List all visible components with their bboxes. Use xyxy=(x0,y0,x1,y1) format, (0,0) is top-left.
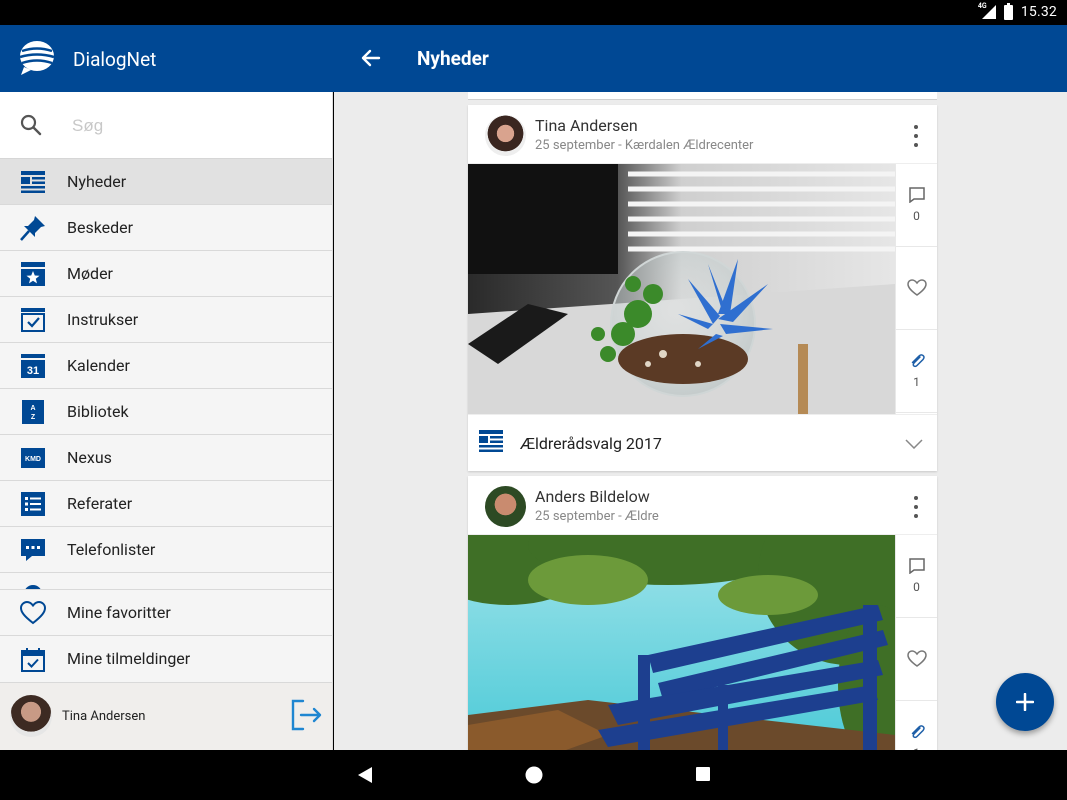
like-button[interactable] xyxy=(896,618,937,701)
card-header: Tina Andersen 25 september - Kærdalen Æl… xyxy=(468,105,937,164)
nav-item-instrukser[interactable]: Instrukser xyxy=(0,297,332,343)
attachment-button[interactable]: 1 xyxy=(896,701,937,750)
card-header: Anders Bildelow 25 september - Ældre xyxy=(468,476,937,535)
attachment-button[interactable]: 1 xyxy=(896,330,937,413)
nav-item-signups[interactable]: Mine tilmeldinger xyxy=(0,635,332,681)
post-title: Ældrerådsvalg 2017 xyxy=(520,434,662,453)
minutes-list-icon xyxy=(21,492,45,516)
post-title-bar[interactable]: Ældrerådsvalg 2017 xyxy=(468,414,937,472)
comment-count: 0 xyxy=(913,580,920,594)
search-icon[interactable] xyxy=(20,114,42,136)
nav-label: Kalender xyxy=(67,356,130,375)
dialognet-logo-icon xyxy=(19,41,55,75)
news-icon xyxy=(21,171,45,193)
post-actions: 0 1 xyxy=(895,164,937,414)
add-post-button[interactable] xyxy=(996,673,1054,731)
search-bar xyxy=(0,92,332,159)
nav-item-kalender[interactable]: 31 Kalender xyxy=(0,343,332,389)
nav-item-beskeder[interactable]: Beskeder xyxy=(0,205,332,251)
nav-label: Nexus xyxy=(67,448,112,467)
comment-count: 0 xyxy=(913,209,920,223)
navigation-drawer: Nyheder Beskeder Møder Instrukser 31 Kal… xyxy=(0,92,333,750)
news-feed: Tina Andersen 25 september - Kærdalen Æl… xyxy=(334,92,1067,750)
calendar-badge: 31 xyxy=(27,365,39,377)
nav-item-nyheder[interactable]: Nyheder xyxy=(0,159,332,205)
nav-label: Beskeder xyxy=(67,218,134,237)
author-name: Tina Andersen xyxy=(535,116,638,135)
nav-item-telefonlister[interactable]: Telefonlister xyxy=(0,527,332,573)
avatar[interactable] xyxy=(10,695,52,737)
recents-square-icon[interactable] xyxy=(694,765,712,783)
status-bar: 4G 15.32 xyxy=(0,0,1067,25)
post-actions: 0 1 xyxy=(895,535,937,750)
nav-label: Nyheder xyxy=(67,172,127,191)
nav-label: Referater xyxy=(67,494,133,513)
signal-icon: 4G xyxy=(978,2,996,19)
system-navigation-bar xyxy=(0,750,1067,800)
nav-item-bibliotek[interactable]: A Z Bibliotek xyxy=(0,389,332,435)
post-meta: 25 september - Kærdalen Ældrecenter xyxy=(535,138,754,153)
author-avatar[interactable] xyxy=(485,486,526,527)
page-title: Nyheder xyxy=(417,47,489,70)
search-input[interactable] xyxy=(72,110,312,142)
author-avatar[interactable] xyxy=(485,115,526,156)
logout-icon[interactable] xyxy=(289,698,323,732)
more-options-icon[interactable] xyxy=(909,496,923,518)
battery-icon xyxy=(1003,2,1013,20)
comment-icon xyxy=(908,558,925,574)
post-image-terrarium[interactable] xyxy=(468,164,895,414)
paperclip-icon xyxy=(911,354,925,368)
nav-label: Mine tilmeldinger xyxy=(67,649,191,668)
heart-icon xyxy=(20,601,46,625)
news-card: Tina Andersen 25 september - Kærdalen Æl… xyxy=(468,105,937,471)
nav-item-favorites[interactable]: Mine favoritter xyxy=(0,589,332,635)
comment-button[interactable]: 0 xyxy=(896,535,937,618)
nav-label: Møder xyxy=(67,264,113,283)
kmd-icon: KMD xyxy=(21,448,45,468)
user-name: Tina Andersen xyxy=(62,709,146,724)
calendar-check-icon xyxy=(21,648,45,672)
home-circle-icon[interactable] xyxy=(524,765,544,785)
like-button[interactable] xyxy=(896,247,937,330)
svg-text:Z: Z xyxy=(31,414,36,421)
nav-item-moder[interactable]: Møder xyxy=(0,251,332,297)
clock: 15.32 xyxy=(1020,4,1057,20)
nav-label: Bibliotek xyxy=(67,402,129,421)
more-options-icon[interactable] xyxy=(909,125,923,147)
news-card: Anders Bildelow 25 september - Ældre 0 xyxy=(468,476,937,750)
post-image-bench[interactable] xyxy=(468,535,895,750)
heart-icon xyxy=(906,279,927,296)
comment-icon xyxy=(908,187,925,203)
nav-item-nexus[interactable]: KMD Nexus xyxy=(0,435,332,481)
app-bar: DialogNet Nyheder xyxy=(0,25,1067,92)
previous-card-edge xyxy=(468,92,937,100)
app-name: DialogNet xyxy=(73,48,157,71)
heart-icon xyxy=(906,650,927,667)
svg-text:A: A xyxy=(30,405,35,412)
author-name: Anders Bildelow xyxy=(535,487,650,506)
nav-label: Mine favoritter xyxy=(67,603,171,622)
news-icon xyxy=(479,430,503,452)
nav-label: Instrukser xyxy=(67,310,139,329)
user-panel: Tina Andersen xyxy=(0,682,332,750)
checklist-icon xyxy=(21,308,45,332)
calendar-31-icon: 31 xyxy=(21,354,45,378)
nav-item-referater[interactable]: Referater xyxy=(0,481,332,527)
back-arrow-icon[interactable] xyxy=(358,45,384,71)
chevron-down-icon[interactable] xyxy=(905,439,923,449)
back-triangle-icon[interactable] xyxy=(356,765,374,785)
comment-button[interactable]: 0 xyxy=(896,164,937,247)
post-meta: 25 september - Ældre xyxy=(535,509,659,524)
library-az-icon: A Z xyxy=(22,400,44,424)
nav-item-partial xyxy=(0,573,332,589)
nav-label: Telefonlister xyxy=(67,540,156,559)
meeting-star-icon xyxy=(21,262,45,286)
plus-icon xyxy=(1016,693,1034,711)
pin-icon xyxy=(20,216,45,241)
chat-list-icon xyxy=(21,539,45,561)
paperclip-icon xyxy=(911,725,925,739)
attachment-count: 1 xyxy=(913,375,920,389)
kmd-badge: KMD xyxy=(25,456,41,463)
